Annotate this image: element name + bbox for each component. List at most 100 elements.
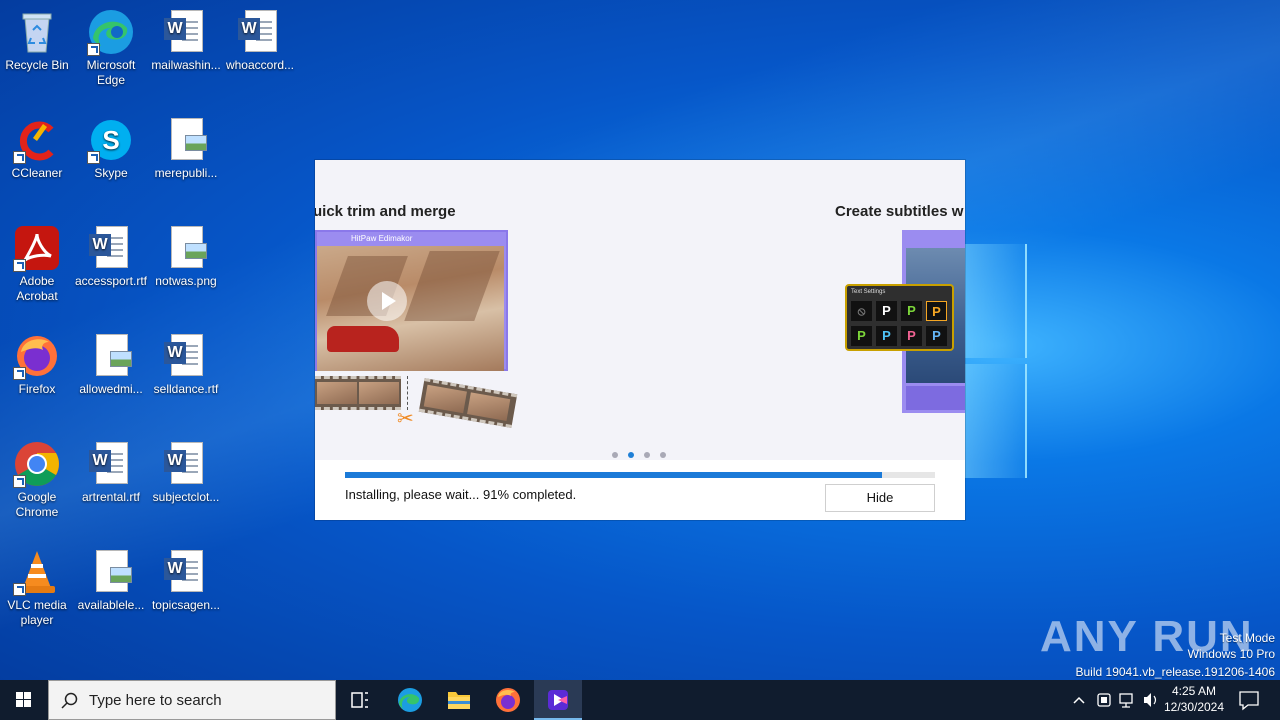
desktop-icon-notwas[interactable]: notwas.png [149,224,223,289]
tray-app-icon[interactable] [1094,680,1114,720]
desktop-icon-whoaccord[interactable]: W whoaccord... [223,8,297,73]
text-style-white: P [876,301,897,321]
desktop-icon-label: allowedmi... [79,382,143,396]
image-file-icon [162,116,210,164]
task-view-button[interactable] [336,680,384,720]
video-thumbnail [317,246,504,371]
wallpaper-windows-logo [965,240,1029,480]
tray-volume[interactable] [1141,680,1161,720]
desktop-icon-allowedmi[interactable]: allowedmi... [74,332,148,397]
desktop-icon-label: notwas.png [155,274,217,288]
task-view-icon [351,692,368,708]
installer-window: uick trim and merge Create subtitles w H… [315,160,965,520]
desktop-icon-label: Microsoft Edge [86,58,136,87]
text-settings-popup: Text Settings ⦸ P P P P P P P [845,284,954,351]
text-style-cyan: P [876,326,897,346]
image-file-icon [87,332,135,380]
desktop-icon-label: artrental.rtf [81,490,141,504]
text-style-pink: P [901,326,922,346]
volume-icon [1144,693,1157,707]
slide-title-subtitles: Create subtitles w [835,203,964,220]
desktop-icon-microsoft-edge[interactable]: Microsoft Edge [74,8,148,88]
desktop-icon-artrental[interactable]: W artrental.rtf [74,440,148,505]
desktop-icon-label: merepubli... [154,166,218,180]
folder-icon [448,692,470,709]
taskbar-search-box[interactable]: Type here to search [48,680,336,720]
install-progress-bar [345,472,935,478]
taskbar-firefox[interactable] [484,680,532,720]
shortcut-arrow-icon [13,583,26,596]
desktop-icon-label: mailwashin... [151,58,221,72]
desktop-icon-label: Firefox [18,382,56,396]
tray-device-icon [1097,693,1111,707]
ccleaner-icon [13,116,61,164]
text-style-green-outline: P [851,326,872,346]
notifications-button[interactable] [1234,680,1264,720]
desktop-icon-firefox[interactable]: Firefox [0,332,74,397]
tray-overflow-button[interactable] [1070,680,1088,720]
word-document-icon: W [87,440,135,488]
desktop-icon-recycle-bin[interactable]: Recycle Bin [0,8,74,73]
film-strip-right [418,378,518,428]
desktop-icon-skype[interactable]: S Skype [74,116,148,181]
image-file-icon [162,224,210,272]
install-progress-fill [345,472,882,478]
taskbar-edge[interactable] [386,680,434,720]
desktop-icon-google-chrome[interactable]: Google Chrome [0,440,74,520]
carousel-dot[interactable] [644,452,650,458]
edge-icon [398,688,422,712]
network-icon [1119,693,1133,708]
shortcut-arrow-icon [13,259,26,272]
scissors-icon: ✂ [397,408,414,430]
clock-time: 4:25 AM [1171,684,1217,698]
desktop-icon-subjectclot[interactable]: W subjectclot... [149,440,223,505]
shortcut-arrow-icon [13,367,26,380]
start-button[interactable] [0,680,48,720]
desktop-icon-label: Skype [94,166,128,180]
taskbar-clock[interactable]: 4:25 AM 12/30/2024 [1160,683,1228,715]
desktop-icon-selldance[interactable]: W selldance.rtf [149,332,223,397]
taskbar-edimakor-installer[interactable] [534,680,582,720]
search-placeholder: Type here to search [89,692,222,709]
carousel-dot-active[interactable] [628,452,634,458]
edge-icon [87,8,135,56]
desktop-icon-label: topicsagen... [151,598,221,612]
desktop-icon-ccleaner[interactable]: CCleaner [0,116,74,181]
image-file-icon [87,548,135,596]
desktop-icon-label: Recycle Bin [5,58,69,72]
firefox-icon [13,332,61,380]
carousel-dot[interactable] [660,452,666,458]
carousel-dots [612,445,676,460]
desktop-icon-label: Adobe Acrobat [16,274,58,303]
editor-header-label: HitPaw Edimakor [351,234,413,243]
windows-start-icon [16,692,31,707]
notification-icon [1239,691,1259,711]
desktop-icon-adobe-acrobat[interactable]: Adobe Acrobat [0,224,74,304]
desktop-icon-mailwashin[interactable]: W mailwashin... [149,8,223,73]
word-document-icon: W [162,440,210,488]
hide-button[interactable]: Hide [825,484,935,512]
tray-network[interactable] [1117,680,1137,720]
word-document-icon: W [87,224,135,272]
chevron-up-icon [1073,696,1085,704]
carousel-dot[interactable] [612,452,618,458]
shortcut-arrow-icon [87,151,100,164]
skype-icon: S [87,116,135,164]
svg-text:S: S [102,125,119,155]
taskbar-file-explorer[interactable] [435,680,483,720]
word-document-icon: W [236,8,284,56]
edimakor-app-icon [548,690,568,710]
shortcut-arrow-icon [87,43,100,56]
desktop-icon-topicsagen[interactable]: W topicsagen... [149,548,223,613]
watermark-test-mode: Test Mode [1219,631,1275,645]
desktop-icon-label: VLC media player [7,598,67,627]
desktop-icon-label: availablele... [77,598,145,612]
desktop-icon-label: CCleaner [11,166,63,180]
desktop-icon-availablele[interactable]: availablele... [74,548,148,613]
word-document-icon: W [162,548,210,596]
desktop-icon-accessport[interactable]: W accessport.rtf [74,224,148,289]
desktop-icon-merepubli[interactable]: merepubli... [149,116,223,181]
desktop-icon-vlc[interactable]: VLC media player [0,548,74,628]
firefox-icon [496,688,520,712]
car-image [327,326,399,352]
